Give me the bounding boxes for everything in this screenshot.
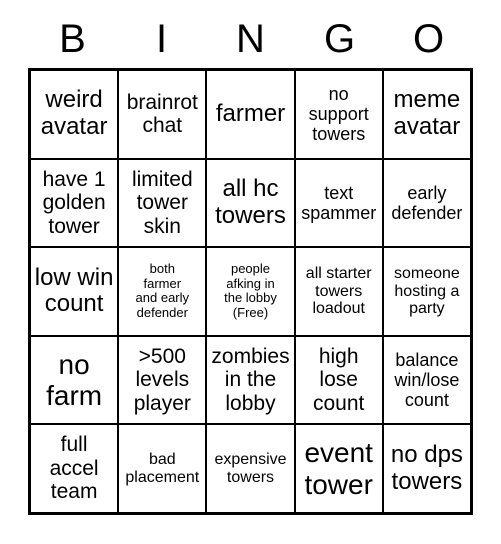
bingo-cell-r3c1[interactable]: low win count [31, 248, 118, 335]
bingo-card: B I N G O weird avatar brainrot chat farme… [0, 0, 501, 544]
bingo-cell-r3c4[interactable]: all starter towers loadout [295, 248, 382, 335]
bingo-cell-r5c1[interactable]: full accel team [31, 425, 118, 512]
bingo-cell-r1c2[interactable]: brainrot chat [119, 71, 206, 158]
bingo-cell-r3c3[interactable]: people afking in the lobby (Free) [207, 248, 294, 335]
header-letter-b: B [59, 17, 86, 61]
bingo-cell-r1c5[interactable]: meme avatar [383, 71, 470, 158]
bingo-cell-r4c2[interactable]: >500 levels player [119, 336, 206, 424]
bingo-cell-r2c2[interactable]: limited tower skin [119, 159, 206, 247]
header-letter-i: I [155, 17, 168, 61]
header-letter-g: G [323, 17, 356, 61]
bingo-cell-r1c3[interactable]: farmer [207, 71, 294, 158]
bingo-cell-r1c4[interactable]: no support towers [295, 71, 382, 158]
bingo-cell-r2c1[interactable]: have 1 golden tower [31, 159, 118, 247]
bingo-grid: weird avatar brainrot chat farmer no suppor… [28, 68, 473, 515]
bingo-cell-r3c5[interactable]: someone hosting a party [383, 248, 470, 335]
bingo-cell-r4c5[interactable]: balance win/lose count [383, 336, 470, 424]
bingo-cell-r4c4[interactable]: high lose count [295, 336, 382, 424]
bingo-cell-r5c2[interactable]: bad placement [119, 425, 206, 512]
bingo-cell-r1c1[interactable]: weird avatar [31, 71, 118, 158]
bingo-cell-r5c5[interactable]: no dps towers [383, 425, 470, 512]
bingo-cell-r2c4[interactable]: text spammer [295, 159, 382, 247]
bingo-cell-r3c2[interactable]: both farmer and early defender [119, 248, 206, 335]
bingo-cell-r5c3[interactable]: expensive towers [207, 425, 294, 512]
bingo-cell-r2c3[interactable]: all hc towers [207, 159, 294, 247]
bingo-cell-r5c4[interactable]: event tower [295, 425, 382, 512]
bingo-cell-r4c3[interactable]: zombies in the lobby [207, 336, 294, 424]
header-letter-n: N [236, 17, 265, 61]
header-letter-o: O [412, 17, 445, 61]
bingo-header-row: B I N G O [28, 10, 473, 68]
bingo-cell-r2c5[interactable]: early defender [383, 159, 470, 247]
bingo-cell-r4c1[interactable]: no farm [31, 336, 118, 424]
